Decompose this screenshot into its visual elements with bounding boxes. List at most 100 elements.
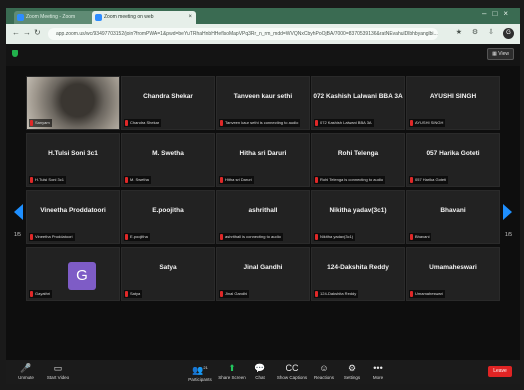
participant-label-text: Bhavani	[415, 234, 430, 239]
participant-name: Vineetha Proddatoori	[40, 207, 106, 214]
participant-label: Satya	[124, 290, 143, 298]
participant-grid: Sanyam Chandra Shekar Chandra Shekar Tanvee…	[26, 76, 502, 356]
participant-name: Hitha sri Daruri	[239, 150, 287, 157]
participant-label: Jinal Gandhi	[219, 290, 250, 298]
chat-button[interactable]: 💬 Chat	[244, 363, 276, 380]
participant-label-text: Gayathri	[35, 291, 51, 296]
participants-button[interactable]: 👥21 Participants	[184, 363, 216, 382]
participant-label: Tanveen kaur sethi is connecting to audi…	[219, 119, 301, 127]
participant-tile[interactable]: 072 Kashish Lalwani BBA 3A 072 Kashish La…	[311, 76, 405, 130]
participant-name: AYUSHI SINGH	[429, 93, 477, 100]
participant-label: Sanyam	[29, 119, 52, 127]
participant-label: 057 Harika Goteti	[409, 176, 449, 184]
share-screen-label: Share Screen	[218, 375, 246, 380]
start-video-label: Start Video	[46, 375, 70, 380]
participant-name: 124-Dakshita Reddy	[327, 264, 389, 271]
participant-tile[interactable]: G Gayathri	[26, 247, 120, 301]
settings-label: Settings	[343, 375, 361, 380]
participant-label-text: E.poojitha	[130, 234, 148, 239]
muted-microphone-icon	[220, 291, 223, 297]
muted-microphone-icon	[125, 120, 128, 126]
muted-microphone-icon	[220, 234, 223, 240]
participant-tile[interactable]: Nikitha yadav(3c1) Nikitha yadav(3c1)	[311, 190, 405, 244]
participant-name: 072 Kashish Lalwani BBA 3A	[313, 93, 403, 100]
extensions-icon[interactable]: ★ ⚙ ⇩	[456, 28, 498, 36]
zoom-favicon-icon	[17, 14, 24, 21]
participant-label-text: Satya	[130, 291, 141, 296]
participant-tile[interactable]: M. Swetha M. Swetha	[121, 133, 215, 187]
tab-label: Zoom meeting on web	[104, 14, 154, 20]
participant-tile[interactable]: Jinal Gandhi Jinal Gandhi	[216, 247, 310, 301]
unmute-button[interactable]: 🎤 Unmute	[10, 363, 42, 380]
page-indicator-left: 1/5	[14, 232, 21, 238]
participant-label: Umamaheswari	[409, 290, 445, 298]
muted-microphone-icon	[410, 234, 413, 240]
participant-tile[interactable]: Sanyam	[26, 76, 120, 130]
security-shield-icon[interactable]	[12, 50, 18, 57]
participant-label: Vineetha Proddatoori	[29, 233, 75, 241]
participant-label-text: 072 Kashish Lalwani BBA 3A	[320, 120, 372, 125]
participant-label: Chandra Shekar	[124, 119, 162, 127]
participant-label-text: Jinal Gandhi	[225, 291, 248, 296]
browser-tab-active[interactable]: Zoom meeting on web ×	[92, 11, 196, 24]
participant-tile[interactable]: Tanveen kaur sethi Tanveen kaur sethi is …	[216, 76, 310, 130]
new-tab-icon[interactable]: +	[190, 10, 196, 22]
participant-label-text: Rohi Telenga is connecting to audio	[320, 177, 384, 182]
participant-label: Bhavani	[409, 233, 432, 241]
browser-tab[interactable]: Zoom Meeting - Zoom×	[14, 11, 102, 24]
muted-microphone-icon	[410, 291, 413, 297]
reactions-label: Reactions	[313, 375, 334, 380]
muted-microphone-icon	[125, 291, 128, 297]
participant-tile[interactable]: E.poojitha E.poojitha	[121, 190, 215, 244]
next-page-arrow-icon[interactable]	[503, 204, 512, 220]
participant-label: H.Tulsi Soni 3c1	[29, 176, 66, 184]
more-label: More	[372, 375, 384, 380]
window-controls[interactable]: –□×	[482, 9, 514, 18]
participant-tile[interactable]: Rohi Telenga Rohi Telenga is connecting t…	[311, 133, 405, 187]
muted-microphone-icon	[315, 120, 318, 126]
participant-tile[interactable]: AYUSHI SINGH AYUSHI SINGH	[406, 76, 500, 130]
reload-icon[interactable]: ↻	[34, 28, 41, 37]
muted-microphone-icon	[125, 177, 128, 183]
muted-microphone-icon	[315, 177, 318, 183]
captions-button[interactable]: CC Show Captions	[276, 363, 308, 380]
participant-tile[interactable]: Umamaheswari Umamaheswari	[406, 247, 500, 301]
muted-microphone-icon	[30, 120, 33, 126]
participant-label-text: ashrithall is connecting to audio	[225, 234, 281, 239]
url-input[interactable]: app.zoom.us/wc/93497703152/join?fromPWA=…	[48, 28, 438, 40]
participant-name: Umamaheswari	[429, 264, 477, 271]
forward-icon[interactable]: →	[23, 28, 31, 37]
participant-tile[interactable]: ashrithall ashrithall is connecting to au…	[216, 190, 310, 244]
leave-button[interactable]: Leave	[488, 366, 512, 377]
address-bar: ← → ↻ app.zoom.us/wc/93497703152/join?fr…	[6, 24, 520, 44]
participant-name: Bhavani	[440, 207, 466, 214]
back-icon[interactable]: ←	[12, 28, 20, 37]
participant-tile[interactable]: Chandra Shekar Chandra Shekar	[121, 76, 215, 130]
muted-microphone-icon	[30, 177, 33, 183]
tab-label: Zoom Meeting - Zoom	[26, 14, 76, 20]
participant-label: Nikitha yadav(3c1)	[314, 233, 356, 241]
participant-tile[interactable]: 124-Dakshita Reddy 124-Dakshita Reddy	[311, 247, 405, 301]
participant-tile[interactable]: Bhavani Bhavani	[406, 190, 500, 244]
profile-avatar[interactable]: G	[503, 28, 514, 39]
participant-tile[interactable]: Vineetha Proddatoori Vineetha Proddatoori	[26, 190, 120, 244]
participant-label: 072 Kashish Lalwani BBA 3A	[314, 119, 374, 127]
participant-tile[interactable]: Satya Satya	[121, 247, 215, 301]
participant-tile[interactable]: H.Tulsi Soni 3c1 H.Tulsi Soni 3c1	[26, 133, 120, 187]
participant-label-text: 057 Harika Goteti	[415, 177, 447, 182]
muted-microphone-icon	[410, 120, 413, 126]
participant-tile[interactable]: 057 Harika Goteti 057 Harika Goteti	[406, 133, 500, 187]
previous-page-arrow-icon[interactable]	[14, 204, 23, 220]
participant-name: Satya	[159, 264, 177, 271]
participant-label-text: Chandra Shekar	[130, 120, 160, 125]
more-button[interactable]: ••• More	[362, 363, 394, 380]
view-label: View	[498, 51, 509, 57]
participant-name: Nikitha yadav(3c1)	[329, 207, 387, 214]
participant-name: E.poojitha	[152, 207, 184, 214]
view-button[interactable]: ▦ View	[487, 48, 514, 60]
start-video-button[interactable]: ▭ Start Video	[42, 363, 74, 380]
participant-tile[interactable]: Hitha sri Daruri Hitha sri Daruri	[216, 133, 310, 187]
video-camera-icon: ▭	[53, 363, 63, 373]
participant-label-text: Umamaheswari	[415, 291, 443, 296]
muted-microphone-icon	[220, 177, 223, 183]
